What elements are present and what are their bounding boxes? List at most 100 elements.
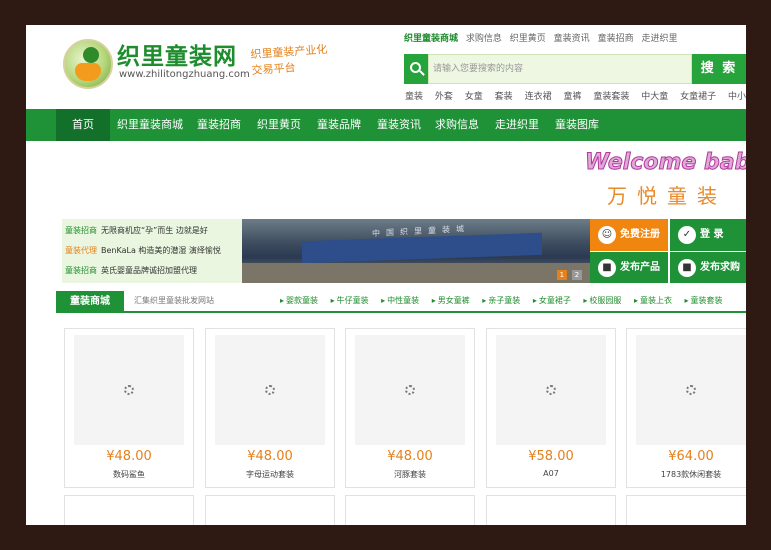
mall-category-link[interactable]: 婴款童装	[280, 296, 318, 305]
hot-keyword[interactable]: 女童	[465, 92, 483, 102]
product-image[interactable]	[496, 335, 606, 445]
register-label: 免费注册	[620, 229, 660, 240]
notice-item[interactable]: 童装招商 无限商机应“孕”而生 边就是好	[65, 225, 208, 236]
logo-title: 织里童装网	[117, 43, 237, 70]
mall-category-links: 婴款童装 牛仔童装 中性童装 男女童裤 亲子童装 女童裙子 校服园服 童装上衣 …	[280, 295, 733, 306]
notice-item[interactable]: 童装招商 英氏婴童品牌诚招加盟代理	[65, 265, 197, 276]
cart-icon: ■	[678, 259, 696, 277]
product-card[interactable]: ¥48.00 数码鲨鱼	[64, 328, 194, 488]
product-price: ¥48.00	[247, 449, 293, 464]
top-link[interactable]: 织里黄页	[510, 34, 546, 44]
mall-category-link[interactable]: 童装上衣	[634, 296, 672, 305]
publish-product-label: 发布产品	[620, 262, 660, 273]
hot-keyword[interactable]: 套装	[495, 92, 513, 102]
loading-icon	[546, 385, 556, 395]
nav-item-gallery[interactable]: 童装图库	[548, 109, 606, 141]
product-image[interactable]	[636, 335, 746, 445]
product-name[interactable]: 1783款休闲套装	[627, 469, 746, 480]
product-price: ¥48.00	[387, 449, 433, 464]
banner-pager: 1 2	[555, 269, 582, 280]
login-button[interactable]: ✓ 登 录	[670, 219, 746, 251]
banner-photo[interactable]: 中国织里童装城 1 2	[242, 219, 590, 283]
nav-item-yellowpages[interactable]: 织里黄页	[250, 109, 308, 141]
logo-slogan: 织里童装产业化 交易平台	[250, 42, 328, 78]
product-card[interactable]: ¥64.00 1783款休闲套装	[626, 328, 746, 488]
publish-product-button[interactable]: ■ 发布产品	[590, 251, 668, 283]
site-logo[interactable]: 织里童装网 www.zhilitongzhuang.com 织里童装产业化 交易…	[63, 37, 333, 93]
mall-category-link[interactable]: 中性童装	[381, 296, 419, 305]
banner-page-dot[interactable]: 2	[572, 270, 582, 280]
cart-icon: ■	[598, 259, 616, 277]
notice-tag: 童装招商	[65, 226, 97, 235]
mall-category-link[interactable]: 童装套装	[685, 296, 723, 305]
product-name[interactable]: 字母运动套装	[206, 469, 334, 480]
nav-item-brands[interactable]: 童装品牌	[310, 109, 368, 141]
mall-category-link[interactable]: 亲子童装	[482, 296, 520, 305]
publish-request-label: 发布求购	[700, 262, 740, 273]
product-card[interactable]: ¥58.00 A07	[486, 328, 616, 488]
top-link[interactable]: 童装招商	[598, 34, 634, 44]
nav-item-buying[interactable]: 求购信息	[428, 109, 486, 141]
hot-keyword[interactable]: 中大童	[641, 92, 668, 102]
banner-page-dot[interactable]: 1	[556, 270, 567, 280]
product-card[interactable]: ¥48.00 河豚套装	[345, 328, 475, 488]
notice-list: 童装招商 无限商机应“孕”而生 边就是好 童装代理 BenKaLa 构造美的潜湿 演…	[62, 219, 242, 283]
product-card[interactable]	[345, 495, 475, 525]
loading-icon	[124, 385, 134, 395]
product-name[interactable]: 数码鲨鱼	[65, 469, 193, 480]
quick-actions: ☺ 免费注册 ✓ 登 录 ■ 发布产品 ■ 发布求购	[590, 219, 746, 283]
mall-category-link[interactable]: 校服园服	[583, 296, 621, 305]
user-icon: ☺	[598, 226, 616, 244]
product-price: ¥64.00	[668, 449, 714, 464]
welcome-ad[interactable]: Welcome baby 万悦童装	[583, 150, 746, 208]
login-label: 登 录	[700, 229, 724, 240]
mall-category-link[interactable]: 牛仔童装	[331, 296, 369, 305]
top-link[interactable]: 求购信息	[466, 34, 502, 44]
page-frame: 织里童装网 www.zhilitongzhuang.com 织里童装产业化 交易…	[26, 25, 746, 525]
mall-category-link[interactable]: 男女童裤	[432, 296, 470, 305]
nav-item-about[interactable]: 走进织里	[488, 109, 546, 141]
notice-text: BenKaLa 构造美的潜湿 演绎愉悦	[101, 246, 221, 255]
top-links: 织里童装商城 求购信息 织里黄页 童装资讯 童装招商 走进织里	[404, 31, 682, 44]
notice-item[interactable]: 童装代理 BenKaLa 构造美的潜湿 演绎愉悦	[65, 245, 221, 256]
product-image[interactable]	[74, 335, 184, 445]
product-card[interactable]	[626, 495, 746, 525]
top-link[interactable]: 童装资讯	[554, 34, 590, 44]
search-icon	[404, 54, 428, 84]
product-name[interactable]: A07	[487, 469, 615, 478]
nav-item-mall[interactable]: 织里童装商城	[112, 109, 188, 141]
mall-section-header: 童装商城 汇集织里童装批发网站 婴款童装 牛仔童装 中性童装 男女童裤 亲子童装…	[56, 291, 746, 313]
welcome-ad-line2: 万悦童装	[607, 184, 727, 208]
hot-keyword[interactable]: 连衣裙	[525, 92, 552, 102]
product-name[interactable]: 河豚套装	[346, 469, 474, 480]
banner-ground	[242, 263, 590, 283]
mall-tab[interactable]: 童装商城	[56, 291, 124, 313]
hot-keywords: 童装 外套 女童 套装 连衣裙 童裤 童装套装 中大童 女童裙子 中小童 校服	[405, 89, 746, 102]
publish-request-button[interactable]: ■ 发布求购	[670, 251, 746, 283]
hot-keyword[interactable]: 童装套装	[593, 92, 629, 102]
login-icon: ✓	[678, 226, 696, 244]
nav-item-home[interactable]: 首页	[56, 109, 110, 141]
search-button[interactable]: 搜 索	[692, 54, 746, 84]
hot-keyword[interactable]: 女童裙子	[680, 92, 716, 102]
hot-keyword[interactable]: 外套	[435, 92, 453, 102]
product-card[interactable]	[486, 495, 616, 525]
hot-keyword[interactable]: 中小童	[728, 92, 746, 102]
hot-keyword[interactable]: 童装	[405, 92, 423, 102]
top-link[interactable]: 织里童装商城	[404, 34, 458, 44]
loading-icon	[405, 385, 415, 395]
nav-item-news[interactable]: 童装资讯	[370, 109, 428, 141]
mall-category-link[interactable]: 女童裙子	[533, 296, 571, 305]
nav-item-franchise[interactable]: 童装招商	[190, 109, 248, 141]
product-card[interactable]	[205, 495, 335, 525]
register-button[interactable]: ☺ 免费注册	[590, 219, 668, 251]
product-image[interactable]	[215, 335, 325, 445]
hot-keyword[interactable]: 童裤	[563, 92, 581, 102]
product-price: ¥58.00	[528, 449, 574, 464]
product-card[interactable]: ¥48.00 字母运动套装	[205, 328, 335, 488]
search-input[interactable]: 请输入您要搜索的内容	[428, 54, 692, 84]
product-image[interactable]	[355, 335, 465, 445]
top-link[interactable]: 走进织里	[641, 34, 677, 44]
loading-icon	[686, 385, 696, 395]
product-card[interactable]	[64, 495, 194, 525]
